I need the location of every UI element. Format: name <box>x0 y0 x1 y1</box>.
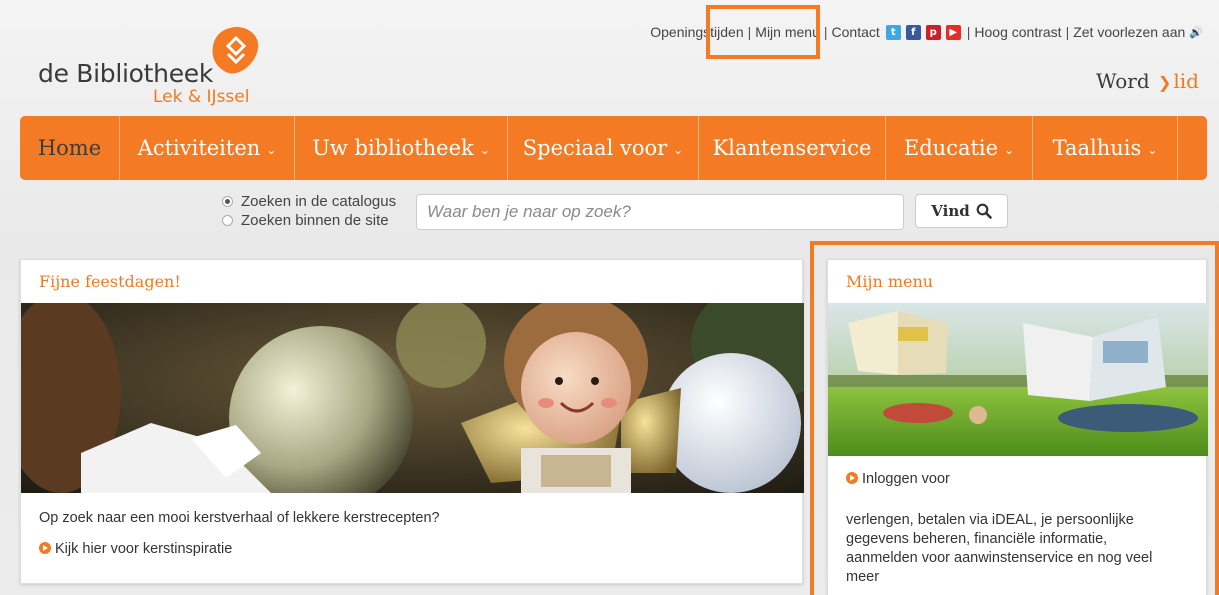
feestdagen-card: Fijne feestdagen! Op zoek naar een mooi … <box>20 259 804 584</box>
christmas-angel-image[interactable] <box>21 303 804 493</box>
chevron-down-icon: ⌄ <box>1147 143 1158 157</box>
main-nav: Home Activiteiten ⌄ Uw bibliotheek ⌄ Speci… <box>20 116 1207 180</box>
kerstinspiratie-link[interactable]: Kijk hier voor kerstinspiratie <box>39 541 232 557</box>
hoog-contrast-link[interactable]: Hoog contrast <box>974 24 1061 40</box>
lid-text: lid <box>1173 69 1199 93</box>
radio-label: Zoeken in de catalogus <box>241 193 397 210</box>
chevron-down-icon: ⌄ <box>1004 143 1015 157</box>
vind-label: Vind <box>931 202 970 220</box>
nav-item-activiteiten[interactable]: Activiteiten ⌄ <box>120 116 295 180</box>
radio-catalogus[interactable]: Zoeken in de catalogus <box>222 192 396 211</box>
logo-subtext: Lek & IJssel <box>153 87 250 107</box>
chevron-down-icon: ⌄ <box>479 143 490 157</box>
youtube-icon[interactable]: ▶ <box>945 24 961 40</box>
nav-item-speciaal-voor[interactable]: Speciaal voor ⌄ <box>508 116 699 180</box>
chevron-down-icon: ⌄ <box>266 143 277 157</box>
search-scope-radios: Zoeken in de catalogus Zoeken binnen de … <box>222 192 396 230</box>
logo-text: de Bibliotheek <box>38 59 214 88</box>
search-input[interactable] <box>416 194 904 230</box>
nav-item-educatie[interactable]: Educatie ⌄ <box>886 116 1033 180</box>
nav-label: Home <box>37 136 102 160</box>
highlight-box-mijn-menu-link <box>706 5 820 59</box>
library-logo[interactable]: de Bibliotheek Lek & IJssel <box>38 26 278 111</box>
nav-item-klantenservice[interactable]: Klantenservice <box>699 116 886 180</box>
radio-site[interactable]: Zoeken binnen de site <box>222 211 396 230</box>
twitter-icon[interactable]: t <box>885 24 901 40</box>
highlight-box-mijn-menu-card <box>810 241 1219 595</box>
nav-label: Klantenservice <box>712 136 872 160</box>
facebook-icon[interactable]: f <box>905 24 921 40</box>
vind-button[interactable]: Vind <box>915 194 1008 228</box>
contact-link[interactable]: Contact <box>832 24 880 40</box>
radio-unselected-icon[interactable] <box>222 215 233 226</box>
radio-label: Zoeken binnen de site <box>241 212 389 229</box>
nav-label: Uw bibliotheek <box>312 136 474 160</box>
nav-label: Speciaal voor <box>522 136 668 160</box>
nav-label: Activiteiten <box>137 136 261 160</box>
link-label: Kijk hier voor kerstinspiratie <box>55 541 233 557</box>
card-text: Op zoek naar een mooi kerstverhaal of le… <box>39 510 440 526</box>
nav-label: Educatie <box>903 136 999 160</box>
word-lid-link[interactable]: Word ❯ lid <box>1096 69 1199 93</box>
search-icon <box>976 203 992 219</box>
play-bullet-icon <box>39 542 51 554</box>
logo-mark-icon <box>212 26 259 74</box>
pinterest-icon[interactable]: p <box>925 24 941 40</box>
separator: | <box>1065 24 1070 40</box>
speaker-icon[interactable]: 🔊 <box>1189 26 1203 39</box>
separator: | <box>966 24 971 40</box>
card-title: Fijne feestdagen! <box>39 272 181 291</box>
nav-item-uw-bibliotheek[interactable]: Uw bibliotheek ⌄ <box>295 116 508 180</box>
arrow-icon: ❯ <box>1157 73 1172 92</box>
voorlezen-link[interactable]: Zet voorlezen aan <box>1073 24 1185 40</box>
nav-item-taalhuis[interactable]: Taalhuis ⌄ <box>1033 116 1178 180</box>
nav-item-home[interactable]: Home <box>20 116 120 180</box>
radio-selected-icon[interactable] <box>222 196 233 207</box>
nav-label: Taalhuis <box>1052 136 1142 160</box>
word-text: Word <box>1096 69 1150 93</box>
separator: | <box>823 24 828 40</box>
chevron-down-icon: ⌄ <box>673 143 684 157</box>
